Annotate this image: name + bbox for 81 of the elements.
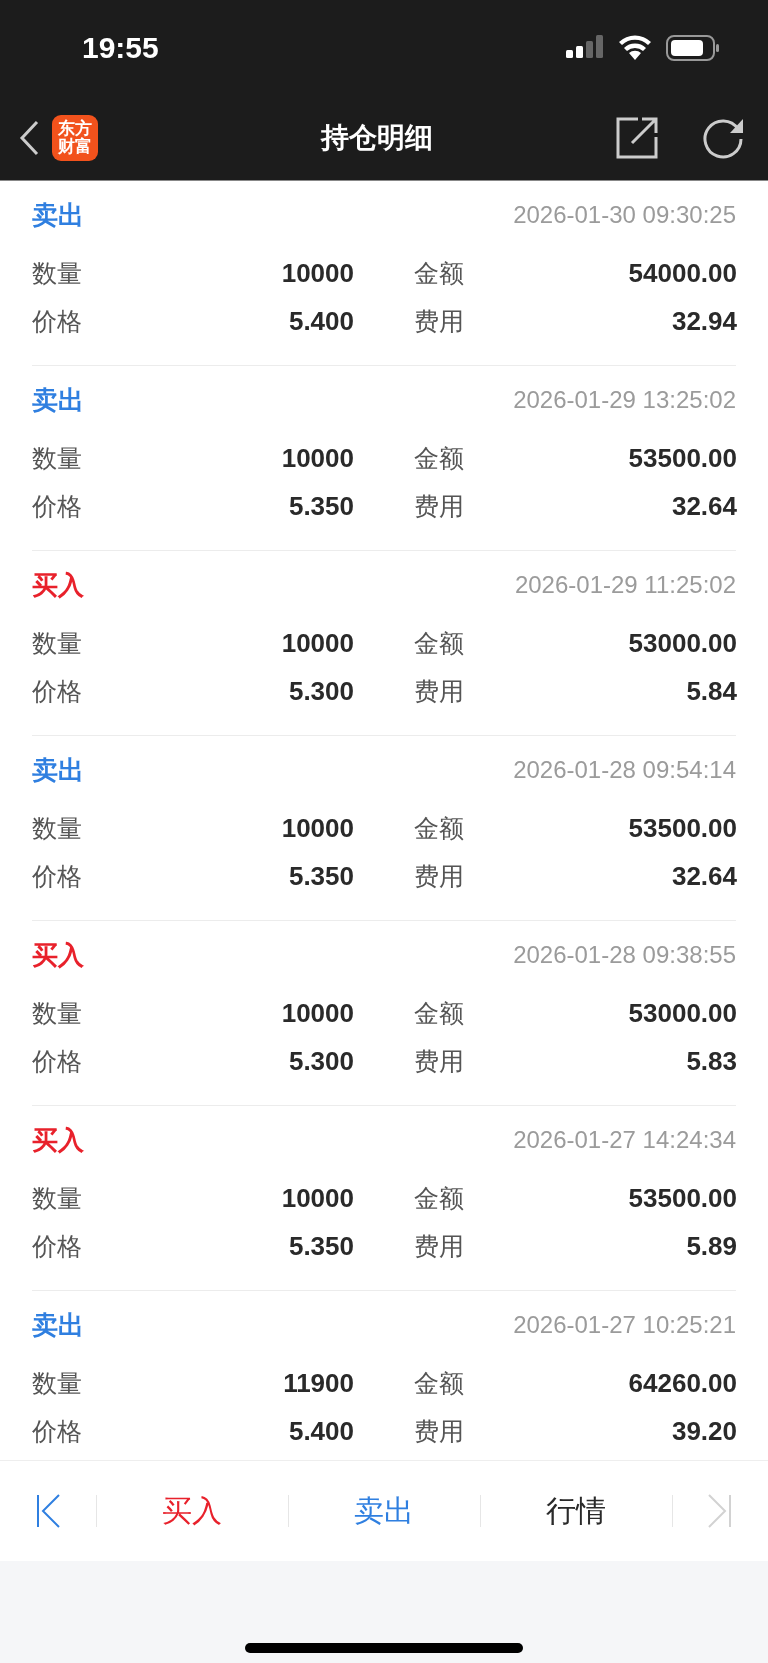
trade-time: 2026-01-27 10:25:21 <box>513 1311 736 1339</box>
field-value: 11900 <box>283 1367 354 1399</box>
field-label: 费用 <box>414 1045 464 1078</box>
field-value: 5.89 <box>686 1230 737 1262</box>
field-label: 数量 <box>32 997 82 1030</box>
sell-tab-button[interactable]: 卖出 <box>288 1461 480 1561</box>
field-label: 费用 <box>414 1415 464 1448</box>
field-label: 数量 <box>32 257 82 290</box>
trade-time: 2026-01-27 14:24:34 <box>513 1126 736 1154</box>
field-label: 价格 <box>32 490 82 523</box>
trade-time: 2026-01-28 09:38:55 <box>513 941 736 969</box>
field-label: 数量 <box>32 442 82 475</box>
app-logo: 东方 财富 <box>52 114 98 161</box>
trade-side: 卖出 <box>32 198 84 232</box>
field-label: 价格 <box>32 1415 82 1448</box>
field-value: 32.64 <box>671 490 737 522</box>
field-value: 5.83 <box>686 1045 737 1077</box>
field-value: 5.300 <box>288 1045 354 1077</box>
field-value: 5.400 <box>288 1415 354 1447</box>
field-value: 53500.00 <box>628 812 737 844</box>
refresh-icon[interactable] <box>702 116 744 159</box>
trade-time: 2026-01-28 09:54:14 <box>513 756 736 784</box>
back-icon[interactable] <box>18 119 40 156</box>
field-label: 费用 <box>414 675 464 708</box>
trade-side: 卖出 <box>32 1308 84 1342</box>
field-label: 费用 <box>414 305 464 338</box>
field-value: 10000 <box>281 812 354 844</box>
trade-time: 2026-01-29 11:25:02 <box>514 571 736 599</box>
field-label: 数量 <box>32 1182 82 1215</box>
field-label: 金额 <box>414 1182 464 1215</box>
field-label: 金额 <box>414 812 464 845</box>
status-time: 19:55 <box>82 30 159 65</box>
field-label: 数量 <box>32 812 82 845</box>
field-value: 5.350 <box>288 860 354 892</box>
trade-side: 卖出 <box>32 753 84 787</box>
field-label: 数量 <box>32 1367 82 1400</box>
field-value: 10000 <box>281 627 354 659</box>
field-label: 费用 <box>414 860 464 893</box>
field-value: 5.84 <box>686 675 737 707</box>
field-label: 费用 <box>414 490 464 523</box>
field-label: 费用 <box>414 1230 464 1263</box>
field-value: 5.350 <box>288 1230 354 1262</box>
field-label: 金额 <box>414 257 464 290</box>
field-label: 金额 <box>414 442 464 475</box>
field-label: 金额 <box>414 1367 464 1400</box>
trade-side: 买入 <box>32 568 84 602</box>
field-value: 5.400 <box>288 305 354 337</box>
battery-icon <box>666 33 720 62</box>
field-label: 价格 <box>32 860 82 893</box>
trade-side: 卖出 <box>32 383 84 417</box>
field-value: 10000 <box>281 1182 354 1214</box>
trade-time: 2026-01-30 09:30:25 <box>513 201 736 229</box>
trade-time: 2026-01-29 13:25:02 <box>513 386 736 414</box>
buy-tab-button[interactable]: 买入 <box>96 1461 288 1561</box>
field-value: 32.64 <box>671 860 737 892</box>
field-label: 金额 <box>414 627 464 660</box>
field-label: 金额 <box>414 997 464 1030</box>
wifi-icon <box>618 34 652 61</box>
field-label: 价格 <box>32 1230 82 1263</box>
field-value: 10000 <box>281 442 354 474</box>
field-value: 10000 <box>281 997 354 1029</box>
field-value: 5.350 <box>288 490 354 522</box>
field-value: 53500.00 <box>628 442 737 474</box>
quote-tab-button[interactable]: 行情 <box>480 1461 672 1561</box>
page-title: 持仓明细 <box>319 119 434 156</box>
field-label: 价格 <box>32 1045 82 1078</box>
field-value: 53000.00 <box>628 627 737 659</box>
field-label: 价格 <box>32 675 82 708</box>
field-label: 数量 <box>32 627 82 660</box>
trade-side: 买入 <box>32 1123 84 1157</box>
field-value: 64260.00 <box>628 1367 737 1399</box>
field-value: 10000 <box>281 257 354 289</box>
field-value: 53000.00 <box>628 997 737 1029</box>
field-value: 53500.00 <box>628 1182 737 1214</box>
trade-side: 买入 <box>32 938 84 972</box>
field-value: 39.20 <box>671 1415 737 1447</box>
field-label: 价格 <box>32 305 82 338</box>
field-value: 54000.00 <box>628 257 737 289</box>
share-icon[interactable] <box>616 116 658 159</box>
field-value: 32.94 <box>671 305 737 337</box>
field-value: 5.300 <box>288 675 354 707</box>
